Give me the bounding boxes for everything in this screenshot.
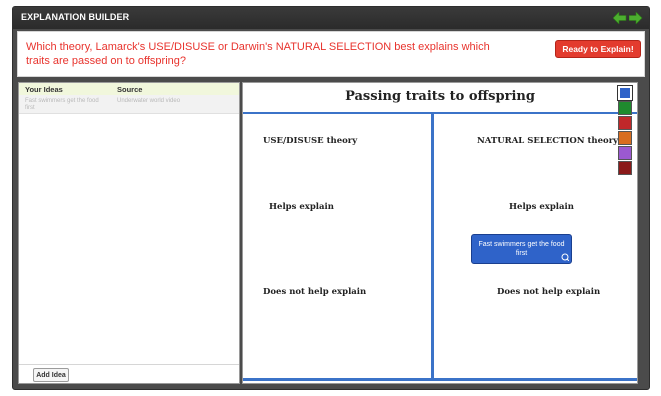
source-cell: Underwater world video: [117, 98, 181, 104]
column-heading-natural-selection: NATURAL SELECTION theory: [477, 136, 619, 146]
ideas-panel: Your Ideas Source Fast swimmers get the …: [18, 82, 240, 384]
column-heading-use-disuse: USE/DISUSE theory: [263, 136, 358, 146]
column-divider: [431, 114, 434, 381]
resize-handle-icon[interactable]: [561, 253, 570, 262]
row-label-helps-explain: Helps explain: [509, 202, 574, 212]
title-divider: [243, 112, 637, 114]
color-swatch-palette: [617, 85, 634, 176]
row-label-does-not-help-explain: Does not help explain: [497, 287, 601, 297]
arrow-right-icon[interactable]: [629, 10, 643, 26]
add-idea-button[interactable]: Add Idea: [33, 368, 69, 382]
window-title: EXPLANATION BUILDER: [21, 12, 130, 22]
column-header-source: Source: [117, 85, 143, 94]
color-swatch-green[interactable]: [618, 101, 632, 115]
arrow-left-icon[interactable]: [613, 10, 627, 26]
color-swatch-red[interactable]: [618, 116, 632, 130]
question-text: Which theory, Lamarck's USE/DISUSE or Da…: [26, 41, 490, 67]
table-row[interactable]: Fast swimmers get the food first Underwa…: [19, 95, 239, 114]
idea-cell: Fast swimmers get the food first: [25, 98, 99, 111]
question-panel: Which theory, Lamarck's USE/DISUSE or Da…: [17, 31, 645, 77]
explanation-board: Passing traits to offspring USE/DISUSE t…: [242, 82, 638, 384]
column-header-ideas: Your Ideas: [25, 85, 63, 94]
color-swatch-purple[interactable]: [618, 146, 632, 160]
color-swatch-orange[interactable]: [618, 131, 632, 145]
board-title: Passing traits to offspring: [345, 89, 535, 104]
ideas-footer: Add Idea: [19, 364, 239, 383]
title-bar: EXPLANATION BUILDER: [13, 7, 649, 29]
board-bottom-border: [243, 378, 637, 381]
row-label-helps-explain: Helps explain: [269, 202, 334, 212]
color-swatch-blue[interactable]: [617, 85, 633, 101]
row-label-does-not-help-explain: Does not help explain: [263, 287, 367, 297]
color-swatch-dark-red[interactable]: [618, 161, 632, 175]
ready-to-explain-button[interactable]: Ready to Explain!: [555, 40, 641, 58]
idea-card-text: Fast swimmers get the food first: [478, 241, 565, 257]
nav-buttons: [613, 10, 643, 26]
idea-card[interactable]: Fast swimmers get the food first: [471, 234, 572, 264]
